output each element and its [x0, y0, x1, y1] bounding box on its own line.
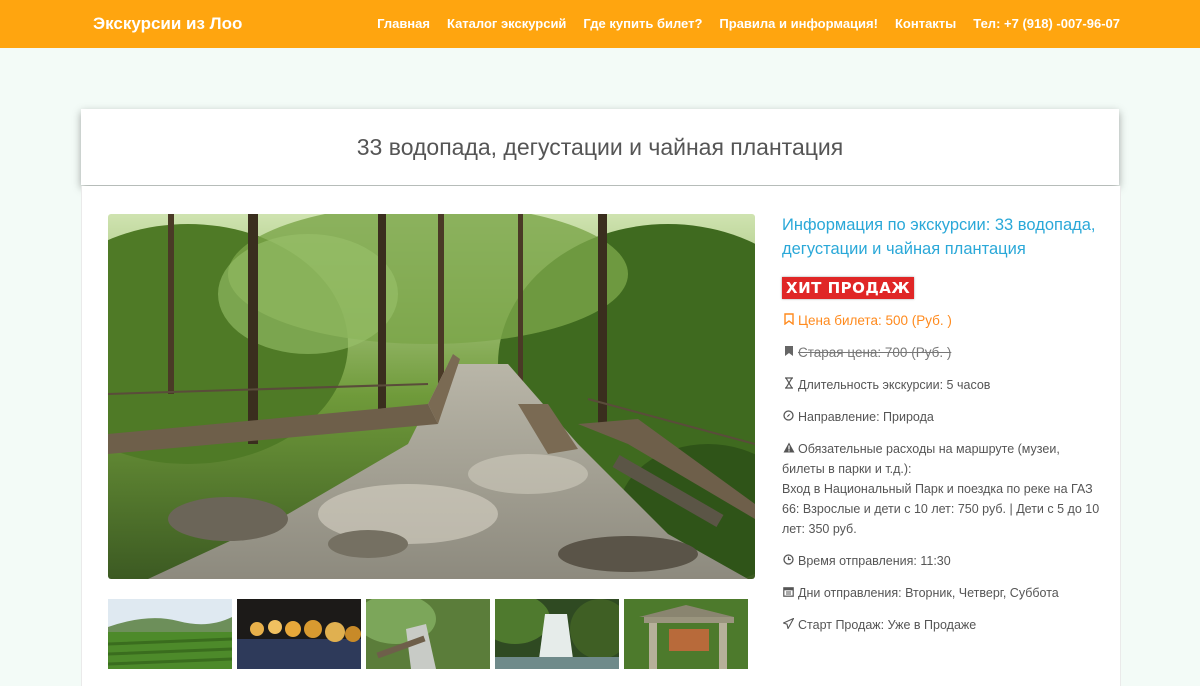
direction: Направление: Природа [782, 407, 1102, 427]
bestseller-badge: ХИТ ПРОДАЖ [782, 277, 915, 299]
direction-text: Направление: Природа [798, 410, 934, 424]
brand-logo[interactable]: Экскурсии из Лоо [93, 14, 242, 34]
bookmark-solid-icon [782, 343, 795, 363]
departure-time-text: Время отправления: 11:30 [798, 554, 951, 568]
info-heading: Информация по экскурсии: 33 водопада, де… [782, 216, 1096, 258]
ticket-price: Цена билета: 500 (Руб. ) [782, 311, 1102, 331]
paper-plane-icon [782, 615, 795, 635]
thumbnail-strip [108, 599, 748, 669]
nav-item-rules[interactable]: Правила и информация! [719, 16, 878, 31]
navbar: Экскурсии из Лоо Главная Каталог экскурс… [0, 0, 1200, 48]
thumbnail-gazebo[interactable] [624, 599, 748, 669]
expenses-title: Обязательные расходы на маршруте (музеи,… [782, 442, 1060, 476]
nav-item-catalog[interactable]: Каталог экскурсий [447, 16, 566, 31]
departure-time: Время отправления: 11:30 [782, 551, 1102, 571]
calendar-icon [782, 583, 795, 603]
thumbnail-forest-stream[interactable] [366, 599, 490, 669]
thumbnail-cheese-tasting[interactable] [237, 599, 361, 669]
thumbnail-tea-plantation[interactable] [108, 599, 232, 669]
compass-icon [782, 407, 795, 427]
departure-days-text: Дни отправления: Вторник, Четверг, Суббо… [798, 586, 1059, 600]
ticket-price-text: Цена билета: 500 (Руб. ) [798, 313, 952, 328]
sale-start: Старт Продаж: Уже в Продаже [782, 615, 1102, 635]
nav-item-contacts[interactable]: Контакты [895, 16, 956, 31]
nav-item-home[interactable]: Главная [377, 16, 430, 31]
title-card: 33 водопада, дегустации и чайная плантац… [81, 109, 1119, 185]
expenses: Обязательные расходы на маршруте (музеи,… [782, 439, 1102, 539]
clock-icon [782, 551, 795, 571]
bookmark-outline-icon [782, 311, 795, 331]
old-price-text: Старая цена: 700 (Руб. ) [798, 345, 952, 360]
hourglass-icon [782, 375, 795, 395]
departure-days: Дни отправления: Вторник, Четверг, Суббо… [782, 583, 1102, 603]
thumbnail-waterfall[interactable] [495, 599, 619, 669]
page-title: 33 водопада, дегустации и чайная плантац… [356, 133, 844, 160]
duration: Длительность экскурсии: 5 часов [782, 375, 1102, 395]
tour-info: Информация по экскурсии: 33 водопада, де… [782, 213, 1102, 635]
nav-item-where-buy[interactable]: Где купить билет? [583, 16, 702, 31]
nav-item-phone[interactable]: Тел: +7 (918) -007-96-07 [973, 16, 1120, 31]
old-price: Старая цена: 700 (Руб. ) [782, 343, 1102, 363]
main-photo[interactable] [108, 214, 755, 579]
nav-menu: Главная Каталог экскурсий Где купить бил… [377, 16, 1120, 31]
expenses-text: Вход в Национальный Парк и поездка по ре… [782, 482, 1100, 536]
warning-icon [782, 439, 795, 459]
sale-start-text: Старт Продаж: Уже в Продаже [798, 618, 977, 632]
duration-text: Длительность экскурсии: 5 часов [798, 378, 991, 392]
